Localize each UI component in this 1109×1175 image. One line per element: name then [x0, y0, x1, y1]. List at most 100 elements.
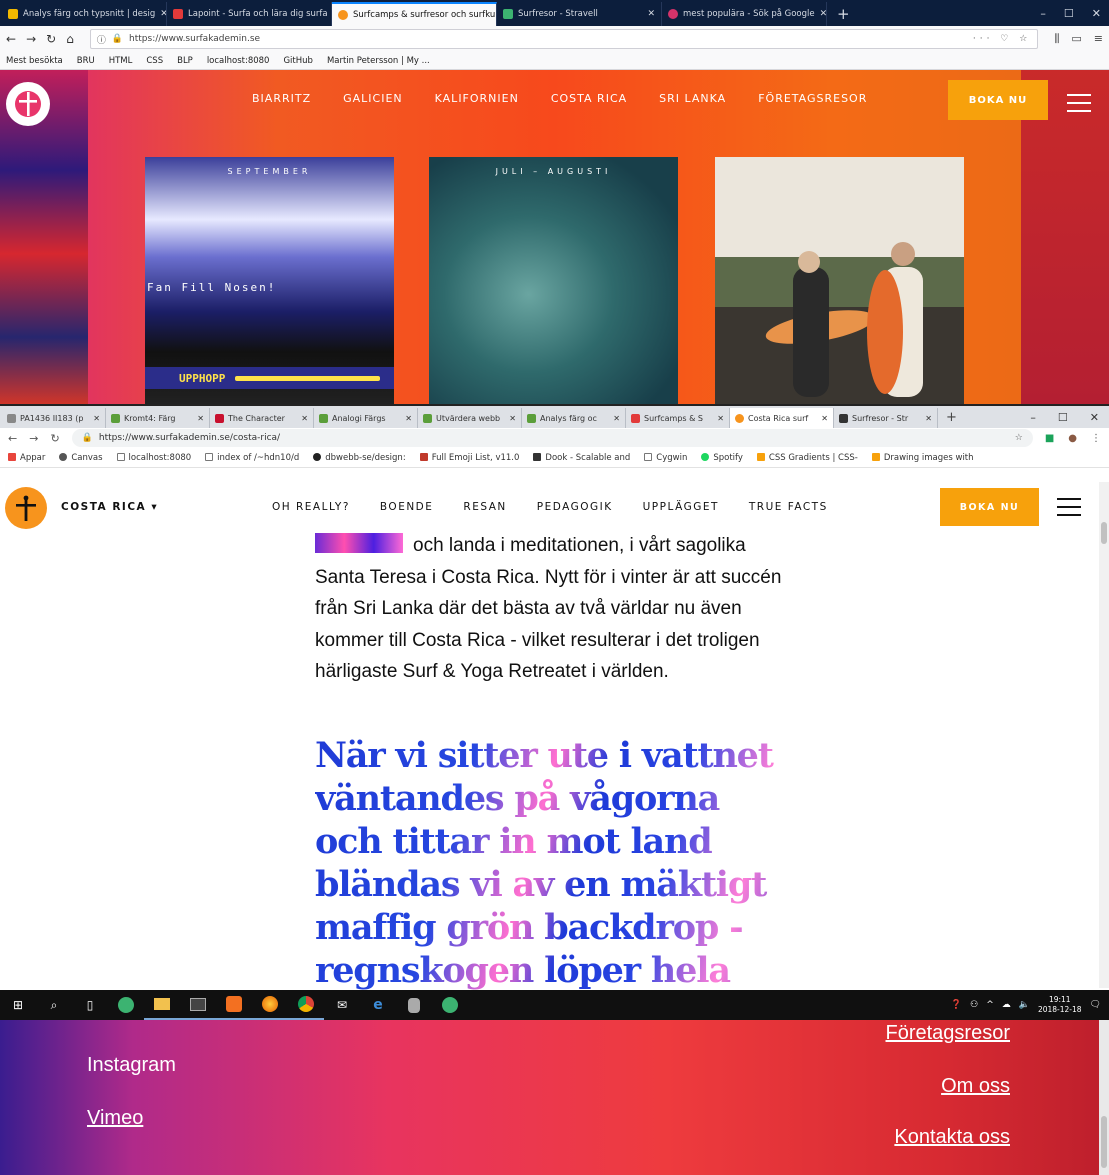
site-logo[interactable] — [6, 82, 50, 126]
chrome-tab-active[interactable]: Costa Rica surf ✕ — [730, 408, 834, 428]
footer-link-om-oss[interactable]: Om oss — [941, 1075, 1010, 1098]
close-icon[interactable]: ✕ — [1092, 7, 1101, 20]
nav-item-foretagsresor[interactable]: FÖRETAGSRESOR — [758, 92, 867, 105]
clock[interactable]: 19:11 2018-12-18 — [1038, 995, 1082, 1015]
maximize-icon[interactable]: ☐ — [1058, 411, 1068, 424]
minimize-icon[interactable]: – — [1030, 411, 1036, 424]
nav-item-biarritz[interactable]: BIARRITZ — [252, 92, 311, 105]
bookmark[interactable]: index of /~hdn10/d — [205, 452, 299, 463]
bookmark[interactable]: Dook - Scalable and — [533, 452, 630, 463]
nav-item-true-facts[interactable]: TRUE FACTS — [749, 501, 828, 513]
chrome-tab[interactable]: Analogi Färgs ✕ — [314, 408, 418, 428]
bookmark[interactable]: Cygwin — [644, 452, 687, 463]
new-tab-button[interactable]: + — [938, 410, 965, 428]
chevron-up-icon[interactable]: ^ — [986, 1000, 994, 1010]
back-icon[interactable]: ← — [8, 432, 17, 445]
page-scrollbar[interactable] — [1099, 482, 1109, 988]
close-icon[interactable]: ✕ — [93, 414, 100, 423]
forward-icon[interactable]: → — [29, 432, 38, 445]
edge-icon[interactable]: e — [360, 990, 396, 1020]
bookmark[interactable]: Martin Petersson | My ... — [327, 56, 430, 66]
firefox-tab[interactable]: Analys färg och typsnitt | desig✕ — [2, 2, 167, 26]
address-bar[interactable]: ⓘ 🔒 https://www.surfakademin.se ··· ♡ ☆ — [89, 29, 1039, 49]
nav-item-resan[interactable]: RESAN — [463, 501, 506, 513]
footer-link-foretagsresor[interactable]: Företagsresor — [886, 1022, 1011, 1045]
chrome-tab[interactable]: PA1436 II183 (p ✕ — [2, 408, 106, 428]
minimize-icon[interactable]: – — [1040, 7, 1046, 20]
bookmark[interactable]: Full Emoji List, v11.0 — [419, 452, 519, 463]
nav-item-costa-rica[interactable]: COSTA RICA — [551, 92, 627, 105]
nav-item-galicien[interactable]: GALICIEN — [343, 92, 403, 105]
bookmark[interactable]: BRU — [77, 56, 95, 66]
bookmark[interactable]: Canvas — [59, 452, 103, 463]
firefox-tab[interactable]: Surfresor - Stravell ✕ — [497, 2, 662, 26]
book-now-button[interactable]: BOKA NU — [940, 488, 1039, 526]
address-bar[interactable]: 🔒 https://www.surfakademin.se/costa-rica… — [71, 429, 1033, 447]
bookmark[interactable]: GitHub — [283, 56, 312, 66]
destination-card[interactable]: SEPTEMBER Fan Fill Nosen! UPPHOPP — [145, 157, 394, 404]
windows-start-icon[interactable]: ⊞ — [0, 990, 36, 1020]
close-icon[interactable]: ✕ — [717, 414, 724, 423]
reload-icon[interactable]: ↻ — [46, 32, 56, 46]
nav-item-upplagget[interactable]: UPPLÄGGET — [643, 501, 719, 513]
chrome-tab[interactable]: Surfresor - Str ✕ — [834, 408, 938, 428]
chrome-tab[interactable]: Kromt4: Färg ✕ — [106, 408, 210, 428]
bookmark[interactable]: Appar — [8, 452, 45, 463]
forward-icon[interactable]: → — [26, 32, 36, 46]
destination-card[interactable]: JULI – AUGUSTI — [429, 157, 678, 404]
bookmark[interactable]: CSS Gradients | CSS- — [756, 452, 858, 463]
close-icon[interactable]: ✕ — [1090, 411, 1099, 424]
people-icon[interactable]: ⚇ — [970, 1000, 978, 1010]
profile-avatar[interactable]: ● — [1068, 433, 1077, 444]
close-icon[interactable]: ✕ — [197, 414, 204, 423]
extension-icon[interactable]: ■ — [1045, 433, 1054, 444]
notification-icon[interactable]: 🗨 — [1090, 1000, 1101, 1010]
bookmark[interactable]: localhost:8080 — [207, 56, 270, 66]
nav-item-kalifornien[interactable]: KALIFORNIEN — [435, 92, 519, 105]
mail-icon[interactable]: ✉ — [324, 990, 360, 1020]
firefox-tab[interactable]: mest populära - Sök på Google ✕ — [662, 2, 827, 26]
chrome-icon[interactable] — [288, 990, 324, 1020]
region-selector[interactable]: COSTA RICA ▾ — [61, 501, 158, 513]
bookmark[interactable]: HTML — [109, 56, 133, 66]
firefox-tab-active[interactable]: Surfcamps & surfresor och surfkurs✕ — [332, 2, 497, 26]
bookmark-star-icon[interactable]: ☆ — [1015, 433, 1023, 443]
volume-icon[interactable]: 🔈 — [1019, 1000, 1030, 1010]
xampp-icon[interactable] — [216, 990, 252, 1020]
nav-item-sri-lanka[interactable]: SRI LANKA — [659, 92, 726, 105]
bookmark[interactable]: Drawing images with — [871, 452, 974, 463]
database-icon[interactable] — [396, 990, 432, 1020]
back-icon[interactable]: ← — [6, 32, 16, 46]
close-icon[interactable]: ✕ — [821, 414, 828, 423]
close-icon[interactable]: ✕ — [613, 414, 620, 423]
search-icon[interactable]: ⌕ — [36, 990, 72, 1020]
home-icon[interactable]: ⌂ — [66, 32, 74, 46]
reload-icon[interactable]: ↻ — [50, 432, 59, 445]
close-icon[interactable]: ✕ — [820, 9, 826, 19]
firefox-tab[interactable]: Lapoint - Surfa och lära dig surfa✕ — [167, 2, 332, 26]
bookmark[interactable]: BLP — [177, 56, 193, 66]
site-logo[interactable] — [5, 487, 47, 529]
footer-link-instagram[interactable]: Instagram — [87, 1054, 176, 1077]
chrome-tab[interactable]: Surfcamps & S ✕ — [626, 408, 730, 428]
firefox-icon[interactable] — [252, 990, 288, 1020]
nav-item-oh-really[interactable]: OH REALLY? — [272, 501, 350, 513]
file-explorer-icon[interactable] — [144, 990, 180, 1020]
hamburger-menu-icon[interactable] — [1057, 498, 1081, 516]
bookmark[interactable]: dbwebb-se/design: — [313, 452, 406, 463]
close-icon[interactable]: ✕ — [160, 9, 166, 19]
taskbar-app-icon[interactable] — [432, 990, 468, 1020]
close-icon[interactable]: ✕ — [509, 414, 516, 423]
maximize-icon[interactable]: ☐ — [1064, 7, 1074, 20]
new-tab-button[interactable]: + — [827, 5, 860, 26]
close-icon[interactable]: ✕ — [647, 9, 655, 19]
footer-link-kontakta-oss[interactable]: Kontakta oss — [894, 1126, 1010, 1149]
taskbar-app-icon[interactable] — [108, 990, 144, 1020]
network-icon[interactable]: ☁ — [1002, 1000, 1011, 1010]
page-actions-icon[interactable]: ··· ♡ ☆ — [973, 34, 1031, 44]
menu-icon[interactable]: ≡ — [1094, 32, 1103, 46]
nav-item-boende[interactable]: BOENDE — [380, 501, 434, 513]
scrollbar-thumb[interactable] — [1101, 1116, 1107, 1168]
chrome-tab[interactable]: Analys färg oc ✕ — [522, 408, 626, 428]
bookmark[interactable]: Spotify — [701, 452, 743, 463]
